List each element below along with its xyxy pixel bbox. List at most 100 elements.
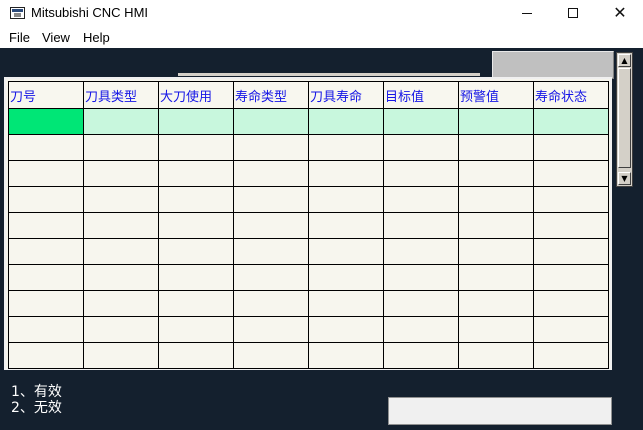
table-cell[interactable] xyxy=(158,108,234,135)
table-cell[interactable] xyxy=(458,290,534,317)
table-cell[interactable] xyxy=(458,186,534,213)
header-target-value[interactable]: 目标值 xyxy=(383,81,459,109)
table-cell[interactable] xyxy=(233,290,309,317)
table-cell[interactable] xyxy=(458,212,534,239)
table-cell[interactable] xyxy=(8,134,84,161)
table-cell[interactable] xyxy=(308,238,384,265)
scroll-thumb[interactable] xyxy=(618,68,631,168)
table-cell[interactable] xyxy=(383,186,459,213)
table-cell[interactable] xyxy=(383,134,459,161)
table-cell[interactable] xyxy=(308,212,384,239)
table-cell[interactable] xyxy=(533,238,609,265)
table-cell[interactable] xyxy=(83,316,159,343)
menu-file[interactable]: File xyxy=(9,30,30,45)
table-cell[interactable] xyxy=(158,160,234,187)
table-cell[interactable] xyxy=(533,186,609,213)
table-cell[interactable] xyxy=(8,290,84,317)
table-cell[interactable] xyxy=(383,212,459,239)
scroll-down-icon[interactable]: ▼ xyxy=(618,172,631,185)
table-cell[interactable] xyxy=(533,342,609,369)
table-cell[interactable] xyxy=(8,264,84,291)
table-cell[interactable] xyxy=(383,316,459,343)
table-cell[interactable] xyxy=(233,264,309,291)
table-cell[interactable] xyxy=(233,238,309,265)
table-cell[interactable] xyxy=(458,264,534,291)
table-row[interactable] xyxy=(8,186,609,213)
table-cell[interactable] xyxy=(233,316,309,343)
header-life-type[interactable]: 寿命类型 xyxy=(233,81,309,109)
table-cell[interactable] xyxy=(383,160,459,187)
table-row[interactable] xyxy=(8,316,609,343)
table-cell[interactable] xyxy=(8,316,84,343)
table-cell[interactable] xyxy=(158,186,234,213)
table-cell[interactable] xyxy=(533,134,609,161)
table-cell[interactable] xyxy=(533,316,609,343)
table-cell[interactable] xyxy=(158,264,234,291)
table-cell[interactable] xyxy=(233,342,309,369)
table-row[interactable] xyxy=(8,134,609,161)
table-cell[interactable] xyxy=(158,134,234,161)
table-row[interactable] xyxy=(8,108,609,135)
header-tool-life[interactable]: 刀具寿命 xyxy=(308,81,384,109)
table-cell[interactable] xyxy=(83,160,159,187)
table-cell[interactable] xyxy=(8,212,84,239)
table-cell[interactable] xyxy=(533,160,609,187)
table-cell[interactable] xyxy=(383,108,459,135)
table-cell[interactable] xyxy=(533,108,609,135)
table-cell[interactable] xyxy=(308,160,384,187)
table-cell[interactable] xyxy=(83,186,159,213)
header-tool-type[interactable]: 刀具类型 xyxy=(83,81,159,109)
table-cell[interactable] xyxy=(8,160,84,187)
table-cell[interactable] xyxy=(458,238,534,265)
table-row[interactable] xyxy=(8,290,609,317)
table-cell[interactable] xyxy=(308,316,384,343)
table-cell[interactable] xyxy=(308,134,384,161)
vertical-scrollbar[interactable]: ▲ ▼ xyxy=(616,52,633,187)
table-cell[interactable] xyxy=(458,316,534,343)
table-cell[interactable] xyxy=(83,290,159,317)
table-cell[interactable] xyxy=(158,238,234,265)
menu-help[interactable]: Help xyxy=(83,30,110,45)
table-cell[interactable] xyxy=(383,238,459,265)
table-cell[interactable] xyxy=(533,212,609,239)
table-cell[interactable] xyxy=(158,290,234,317)
table-row[interactable] xyxy=(8,212,609,239)
close-button[interactable]: ✕ xyxy=(597,0,643,26)
table-cell[interactable] xyxy=(83,108,159,135)
table-cell[interactable] xyxy=(158,212,234,239)
maximize-button[interactable] xyxy=(550,0,596,26)
table-cell[interactable] xyxy=(383,290,459,317)
table-cell[interactable] xyxy=(233,108,309,135)
menu-view[interactable]: View xyxy=(42,30,70,45)
table-cell[interactable] xyxy=(308,264,384,291)
scroll-up-icon[interactable]: ▲ xyxy=(618,54,631,67)
table-row[interactable] xyxy=(8,342,609,369)
table-cell[interactable] xyxy=(83,342,159,369)
table-cell[interactable] xyxy=(233,160,309,187)
table-cell[interactable] xyxy=(533,264,609,291)
table-cell[interactable] xyxy=(308,186,384,213)
table-cell[interactable] xyxy=(308,290,384,317)
input-field[interactable] xyxy=(388,397,612,425)
table-row[interactable] xyxy=(8,238,609,265)
table-cell[interactable] xyxy=(458,342,534,369)
table-cell[interactable] xyxy=(8,186,84,213)
table-cell[interactable] xyxy=(308,108,384,135)
header-warning-value[interactable]: 预警值 xyxy=(458,81,534,109)
table-row[interactable] xyxy=(8,160,609,187)
table-cell[interactable] xyxy=(383,264,459,291)
table-cell[interactable] xyxy=(458,108,534,135)
table-cell[interactable] xyxy=(308,342,384,369)
table-cell[interactable] xyxy=(458,160,534,187)
table-cell[interactable] xyxy=(83,212,159,239)
table-row[interactable] xyxy=(8,264,609,291)
table-cell[interactable] xyxy=(233,186,309,213)
table-cell[interactable] xyxy=(233,134,309,161)
table-cell[interactable] xyxy=(233,212,309,239)
table-cell[interactable] xyxy=(458,134,534,161)
table-cell[interactable] xyxy=(533,290,609,317)
header-large-tool-use[interactable]: 大刀使用 xyxy=(158,81,234,109)
table-cell[interactable] xyxy=(8,108,84,135)
table-cell[interactable] xyxy=(8,238,84,265)
table-cell[interactable] xyxy=(83,264,159,291)
